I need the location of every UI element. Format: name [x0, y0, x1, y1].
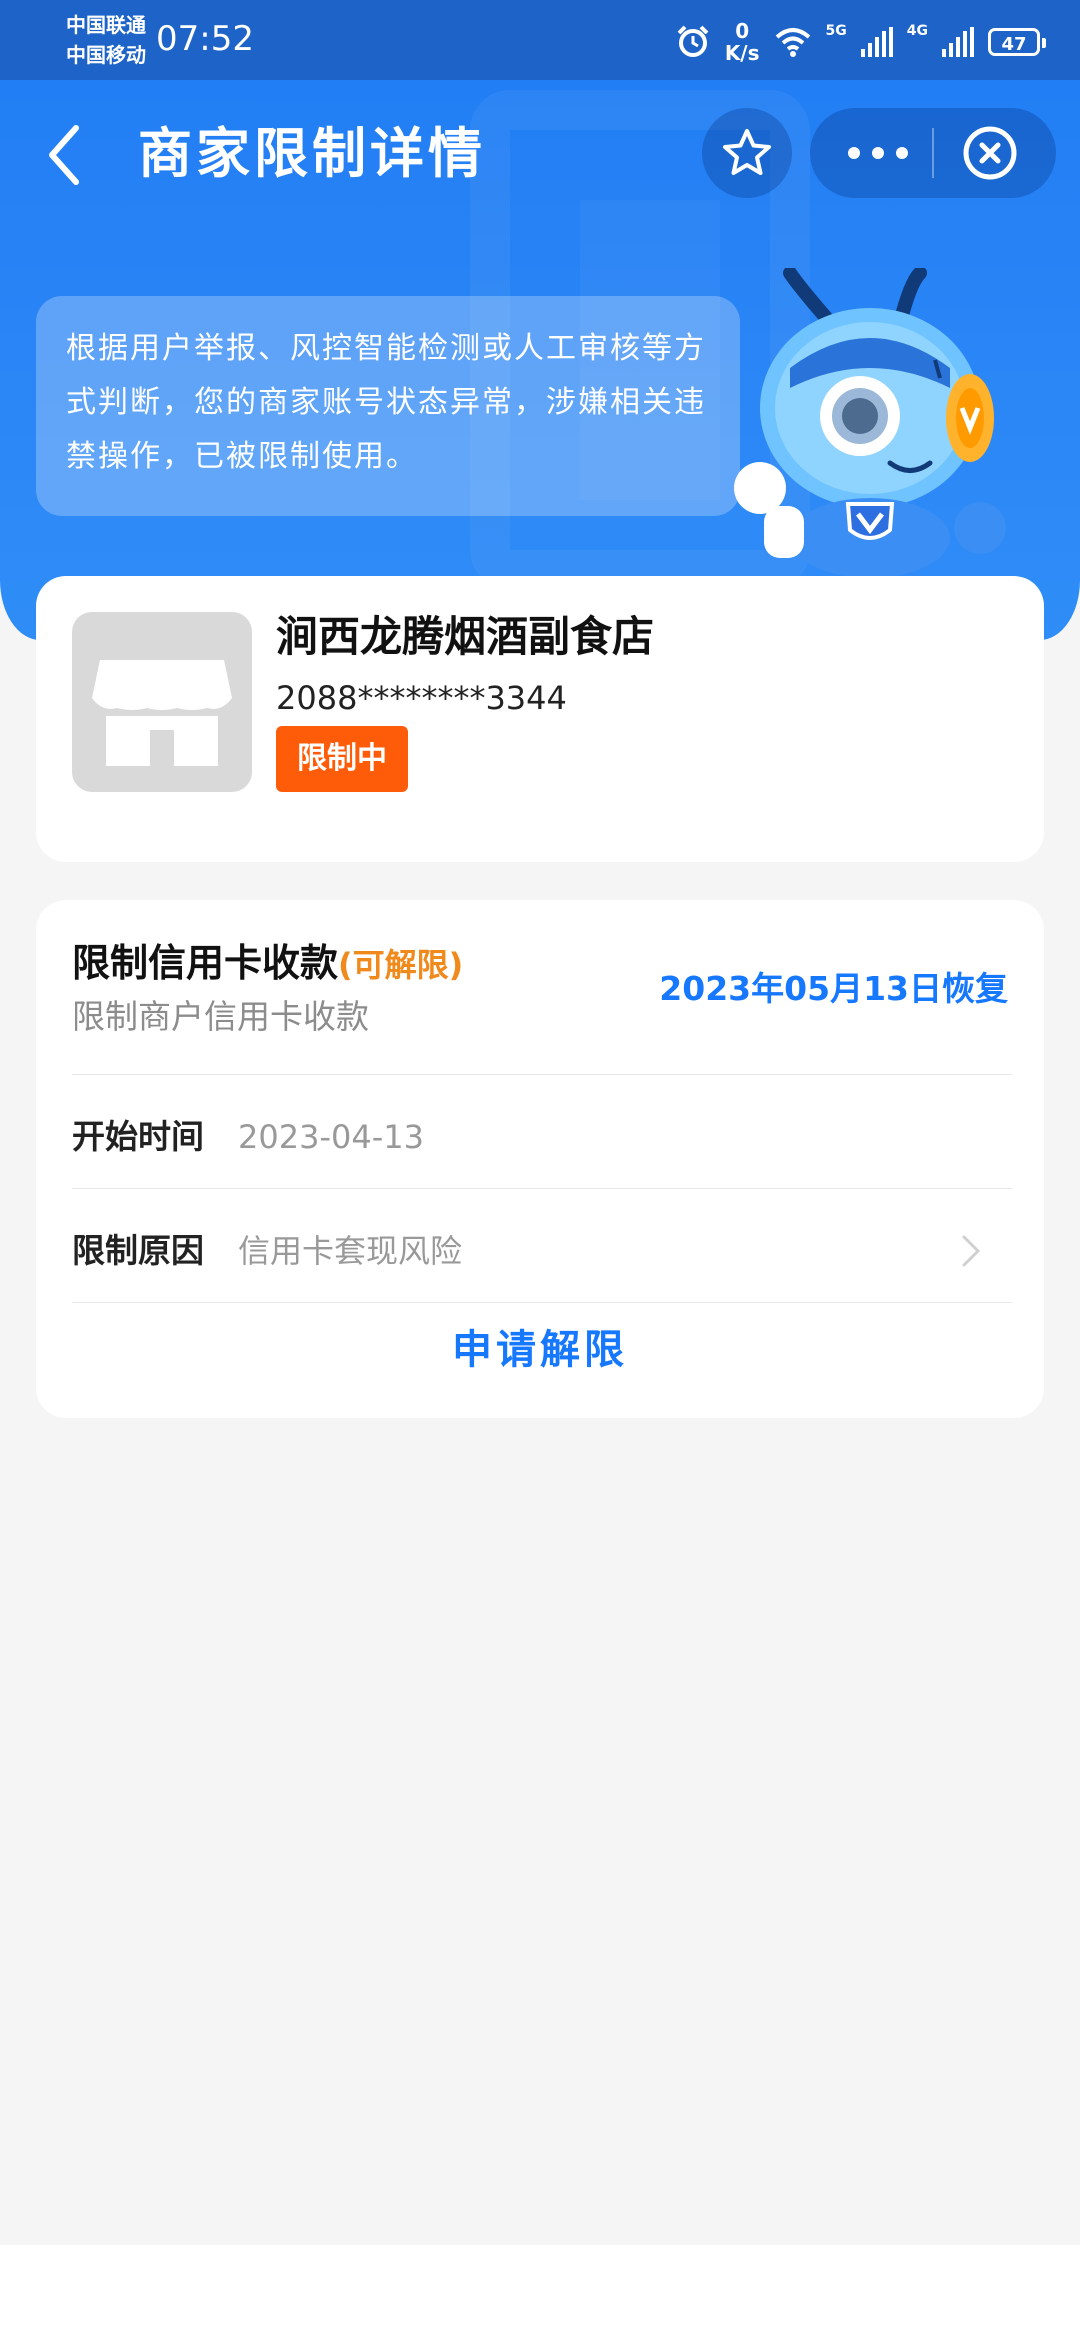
reason-value: 信用卡套现风险: [238, 1232, 463, 1270]
divider: [72, 1074, 1012, 1075]
chevron-right-icon: [962, 1235, 981, 1267]
carrier-2: 中国移动: [66, 43, 146, 67]
recover-date: 2023年05月13日恢复: [659, 969, 1008, 1008]
merchant-card: 涧西龙腾烟酒副食店 2088********3344 限制中: [36, 576, 1044, 862]
unlockable-tag: (可解限): [338, 946, 464, 984]
signal-1-label: 5G: [825, 23, 847, 39]
alarm-icon: [677, 25, 709, 57]
storefront-graphic: [92, 660, 232, 766]
favorite-button[interactable]: [702, 108, 792, 198]
restriction-card: 限制信用卡收款(可解限) 限制商户信用卡收款 2023年05月13日恢复 开始时…: [36, 900, 1044, 1418]
mascot-illustration: [734, 268, 1006, 578]
chevron-left-icon[interactable]: [40, 120, 90, 190]
more-dots-icon: [848, 147, 860, 159]
more-button[interactable]: [848, 138, 908, 168]
merchant-name: 涧西龙腾烟酒副食店: [276, 612, 655, 661]
signal-2-label: 4G: [906, 23, 928, 39]
status-badge: 限制中: [276, 726, 408, 792]
signal-2-icon: [942, 27, 974, 57]
apply-unlock-button[interactable]: 申请解限: [36, 1302, 1044, 1398]
capsule-divider: [932, 128, 934, 178]
net-speed: 0 K/s: [725, 20, 760, 64]
status-icons: 0 K/s 5G 4G 47: [675, 14, 1046, 70]
net-speed-unit: K/s: [724, 41, 760, 65]
wifi-icon: [775, 28, 810, 57]
store-icon: [72, 612, 252, 792]
reason-label: 限制原因: [72, 1231, 204, 1270]
restriction-notice: 根据用户举报、风控智能检测或人工审核等方式判断，您的商家账号状态异常，涉嫌相关违…: [36, 296, 740, 516]
star-icon: [723, 129, 771, 175]
start-time-value: 2023-04-13: [238, 1118, 424, 1156]
app-screen: 中国联通 中国移动 07:52 0 K/s 5G 4G 47 商家限制详情 根据…: [0, 0, 1080, 2245]
net-speed-value: 0: [735, 19, 750, 43]
carrier-info: 中国联通 中国移动: [66, 10, 146, 70]
restriction-subtitle: 限制商户信用卡收款: [72, 997, 369, 1036]
page-title: 商家限制详情: [138, 122, 486, 185]
merchant-account-id: 2088********3344: [276, 679, 567, 717]
miniapp-capsule: [810, 108, 1056, 198]
close-circle-icon[interactable]: [962, 125, 1018, 181]
nav-bar: 商家限制详情: [0, 80, 1080, 230]
signal-1-icon: [860, 27, 893, 57]
status-bar: 中国联通 中国移动 07:52 0 K/s 5G 4G 47: [0, 0, 1080, 80]
divider: [72, 1188, 1012, 1189]
clock: 07:52: [156, 19, 254, 59]
carrier-1: 中国联通: [66, 13, 146, 37]
restriction-title: 限制信用卡收款(可解限): [72, 936, 463, 992]
restriction-title-text: 限制信用卡收款: [72, 941, 339, 985]
start-time-label: 开始时间: [72, 1117, 204, 1156]
battery-icon: 47: [988, 28, 1046, 56]
